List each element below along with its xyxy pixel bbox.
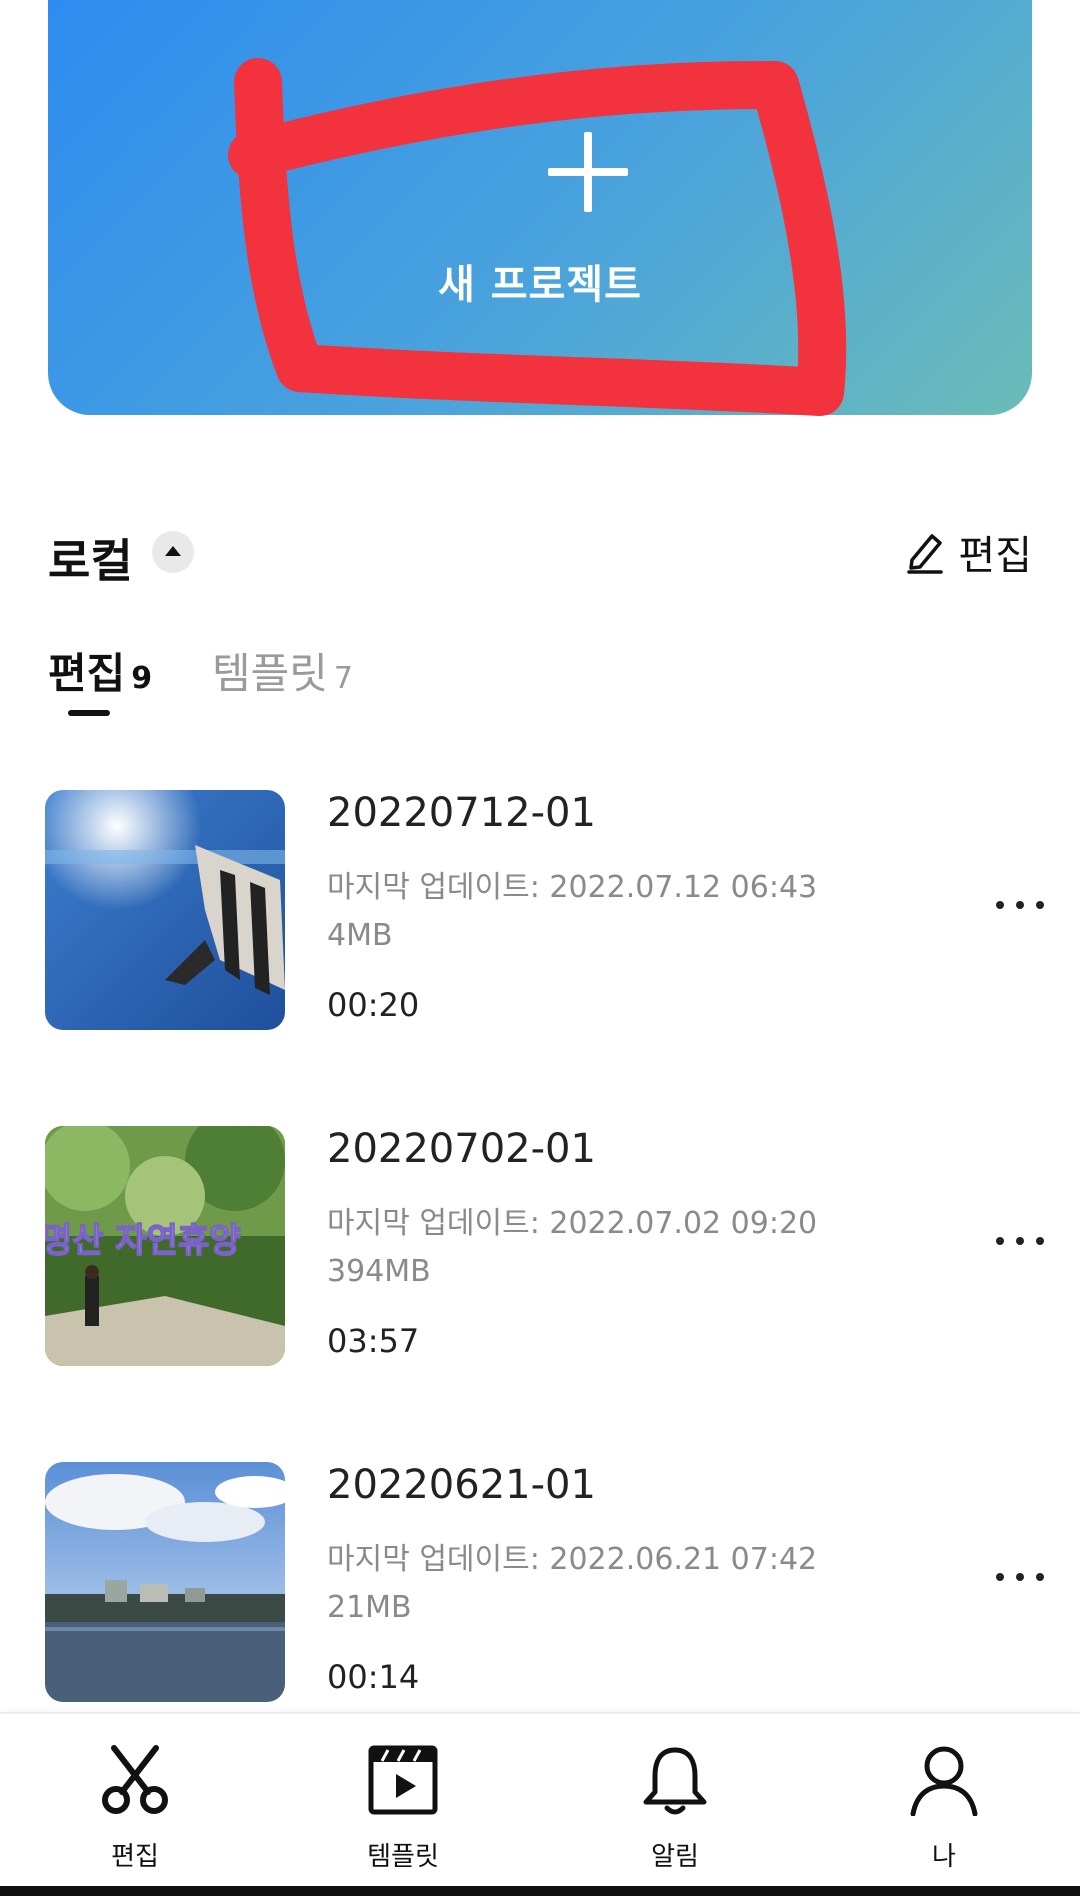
nav-notifications-label: 알림 [651, 1842, 699, 1872]
project-updated: 마지막 업데이트: 2022.06.21 07:42 [327, 1542, 818, 1577]
edit-button-label: 편집 [958, 533, 1032, 579]
project-thumbnail [45, 790, 285, 1030]
bottom-navigation: 편집 템플릿 알림 나 [0, 1712, 1080, 1896]
tab-edit[interactable]: 편집 9 [48, 640, 152, 701]
person-icon [910, 1746, 978, 1816]
pencil-icon [907, 534, 944, 574]
project-row[interactable]: 20220621-01 마지막 업데이트: 2022.06.21 07:42 2… [0, 1462, 1080, 1707]
aquarium-fish-image [45, 790, 285, 1030]
more-options-icon[interactable] [990, 1226, 1050, 1256]
clapperboard-icon [368, 1745, 438, 1815]
project-title: 20220702-01 [327, 1126, 596, 1172]
scissors-icon [102, 1745, 168, 1814]
nav-notifications[interactable]: 알림 [605, 1744, 745, 1874]
nav-template[interactable]: 템플릿 [333, 1744, 473, 1874]
project-size: 4MB [327, 918, 393, 953]
project-title: 20220712-01 [327, 790, 596, 836]
more-options-icon[interactable] [990, 1562, 1050, 1592]
tab-template[interactable]: 템플릿 7 [212, 640, 353, 701]
nav-edit[interactable]: 편집 [65, 1744, 205, 1874]
tab-edit-count: 9 [131, 661, 153, 696]
project-size: 394MB [327, 1254, 431, 1289]
project-row[interactable]: 명산 자연휴양 20220702-01 마지막 업데이트: 2022.07.02… [0, 1126, 1080, 1371]
tab-template-label: 템플릿 [212, 649, 328, 698]
tab-template-count: 7 [333, 661, 354, 696]
forest-trail-image: 명산 자연휴양 [45, 1126, 285, 1366]
nav-me-label: 나 [932, 1842, 956, 1872]
thumbnail-caption: 명산 자연휴양 [45, 1221, 241, 1261]
project-duration: 03:57 [327, 1322, 420, 1360]
project-duration: 00:20 [327, 986, 420, 1024]
project-row[interactable]: 20220712-01 마지막 업데이트: 2022.07.12 06:43 4… [0, 790, 1080, 1035]
app-screen: 새 프로젝트 로컬 편집 편집 9 템플릿 7 20220712-01 마지막 … [0, 0, 1080, 1896]
project-thumbnail: 명산 자연휴양 [45, 1126, 285, 1366]
new-project-label: 새 프로젝트 [438, 262, 642, 308]
collapse-toggle-icon[interactable] [152, 531, 194, 573]
harbor-sky-image [45, 1462, 285, 1702]
nav-edit-label: 편집 [111, 1842, 159, 1872]
system-bottom-bar [0, 1886, 1080, 1896]
nav-me[interactable]: 나 [874, 1744, 1014, 1874]
edit-button[interactable]: 편집 [906, 525, 1032, 579]
project-duration: 00:14 [327, 1658, 420, 1696]
nav-template-label: 템플릿 [367, 1842, 439, 1872]
new-project-button[interactable]: 새 프로젝트 [48, 0, 1032, 415]
bell-icon [643, 1747, 707, 1815]
more-options-icon[interactable] [990, 890, 1050, 920]
project-updated: 마지막 업데이트: 2022.07.12 06:43 [327, 870, 818, 905]
project-title: 20220621-01 [327, 1462, 596, 1508]
local-section-title: 로컬 [48, 534, 133, 588]
project-size: 21MB [327, 1590, 412, 1625]
project-thumbnail [45, 1462, 285, 1702]
plus-icon [548, 132, 628, 212]
project-updated: 마지막 업데이트: 2022.07.02 09:20 [327, 1206, 818, 1241]
active-tab-indicator [68, 710, 110, 716]
tab-edit-label: 편집 [48, 649, 126, 698]
